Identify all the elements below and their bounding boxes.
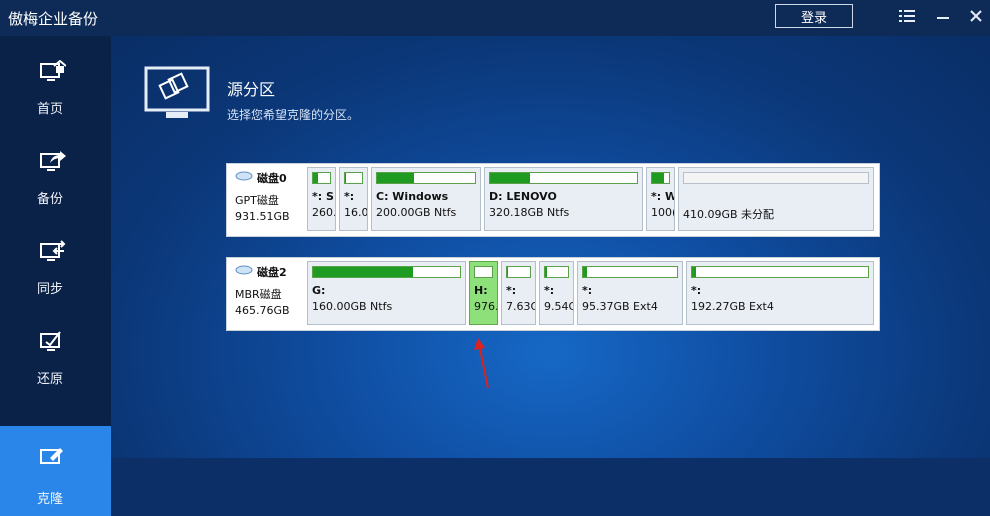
page-subtitle: 选择您希望克隆的分区。 — [227, 108, 360, 122]
usage-fill — [313, 267, 413, 277]
partition-name: C: Windows — [376, 190, 449, 203]
usage-bar — [691, 266, 869, 278]
partition-name: *: S — [312, 190, 334, 203]
partition[interactable]: *: 7.63G — [501, 261, 536, 325]
disk-icon — [235, 265, 253, 275]
disk-size: 931.51GB — [235, 210, 290, 223]
partition-name: D: LENOVO — [489, 190, 557, 203]
disk-panel: 磁盘2 MBR磁盘 465.76GB G: 160.00GB Ntfs H: 9… — [226, 257, 880, 331]
usage-bar — [506, 266, 531, 278]
usage-fill — [545, 267, 547, 277]
usage-bar — [344, 172, 363, 184]
menu-icon[interactable] — [897, 6, 917, 26]
disk-icon — [235, 171, 253, 181]
usage-bar — [312, 266, 461, 278]
partition-size: 200.00GB Ntfs — [376, 206, 457, 219]
sidebar-item-clone[interactable]: 克隆 — [0, 426, 111, 516]
partition-size: 320.18GB Ntfs — [489, 206, 570, 219]
pointer-arrow-icon — [466, 336, 496, 394]
usage-bar — [544, 266, 569, 278]
sidebar-item-label: 还原 — [36, 372, 63, 387]
partition-selected[interactable]: H: 976. — [469, 261, 498, 325]
usage-fill — [692, 267, 696, 277]
partition-size: 9.54G — [544, 300, 574, 313]
partition-size: 410.09GB 未分配 — [683, 208, 775, 221]
restore-monitor-icon — [40, 330, 66, 354]
sidebar-item-label: 同步 — [36, 282, 63, 297]
sidebar-item-label: 备份 — [36, 192, 63, 207]
usage-bar — [651, 172, 670, 184]
partition[interactable]: *: W 100( — [646, 167, 675, 231]
partition-clone-icon — [144, 66, 210, 120]
partition-name: G: — [312, 284, 326, 297]
usage-bar — [582, 266, 678, 278]
partition[interactable]: G: 160.00GB Ntfs — [307, 261, 466, 325]
partition-size: 192.27GB Ext4 — [691, 300, 774, 313]
partition[interactable]: *: S 260. — [307, 167, 336, 231]
usage-bar — [376, 172, 476, 184]
usage-bar — [312, 172, 331, 184]
login-button[interactable]: 登录 — [775, 4, 853, 28]
usage-fill — [345, 173, 346, 183]
sidebar-item-backup[interactable]: 备份 — [0, 140, 111, 230]
partition-unallocated[interactable]: 410.09GB 未分配 — [678, 167, 874, 231]
disk-info: 磁盘2 MBR磁盘 465.76GB — [235, 264, 305, 317]
partition-size: 95.37GB Ext4 — [582, 300, 658, 313]
minimize-icon[interactable] — [933, 6, 953, 26]
disk-size: 465.76GB — [235, 304, 290, 317]
partition-name: *: W — [651, 190, 675, 203]
partition-size: 260. — [312, 206, 336, 219]
partition-name: *: — [544, 284, 555, 297]
partition-name: *: — [344, 190, 355, 203]
usage-bar — [489, 172, 638, 184]
usage-fill — [652, 173, 664, 183]
partition-size: 160.00GB Ntfs — [312, 300, 393, 313]
partition-size: 100( — [651, 206, 675, 219]
partition[interactable]: D: LENOVO 320.18GB Ntfs — [484, 167, 643, 231]
main-panel: 源分区 选择您希望克隆的分区。 磁盘0 GPT磁盘 931.51GB *: S … — [111, 36, 990, 458]
sidebar-item-restore[interactable]: 还原 — [0, 320, 111, 410]
sidebar-item-label: 克隆 — [36, 492, 63, 507]
disk-info: 磁盘0 GPT磁盘 931.51GB — [235, 170, 305, 223]
partition-size: 7.63G — [506, 300, 536, 313]
usage-bar — [683, 172, 869, 184]
disk-name: 磁盘2 — [257, 266, 287, 279]
usage-fill — [490, 173, 530, 183]
close-icon[interactable] — [966, 6, 986, 26]
usage-bar — [474, 266, 493, 278]
disk-type: MBR磁盘 — [235, 288, 282, 301]
partition-name: *: — [506, 284, 517, 297]
page-title: 源分区 — [227, 80, 276, 99]
usage-fill — [507, 267, 509, 277]
partition[interactable]: *: 16.0 — [339, 167, 368, 231]
disk-panel: 磁盘0 GPT磁盘 931.51GB *: S 260. *: 16.0 C: … — [226, 163, 880, 237]
disk-name: 磁盘0 — [257, 172, 287, 185]
app-title: 傲梅企业备份 — [8, 10, 99, 28]
partition-name: H: — [474, 284, 488, 297]
home-monitor-icon — [40, 59, 67, 84]
sidebar: 首页 备份 同步 还原 克隆 — [0, 36, 111, 516]
title-bar: 傲梅企业备份 登录 — [0, 0, 990, 36]
clone-monitor-icon — [40, 446, 66, 470]
disk-type: GPT磁盘 — [235, 194, 279, 207]
partition[interactable]: C: Windows 200.00GB Ntfs — [371, 167, 481, 231]
partition-name: *: — [582, 284, 593, 297]
sidebar-item-home[interactable]: 首页 — [0, 50, 111, 140]
sidebar-item-sync[interactable]: 同步 — [0, 230, 111, 320]
partition-size: 16.0 — [344, 206, 368, 219]
backup-monitor-icon — [40, 150, 66, 174]
partition[interactable]: *: 192.27GB Ext4 — [686, 261, 874, 325]
partition-name: *: — [691, 284, 702, 297]
partition[interactable]: *: 9.54G — [539, 261, 574, 325]
usage-fill — [583, 267, 587, 277]
partition-size: 976. — [474, 300, 498, 313]
sidebar-item-label: 首页 — [36, 102, 63, 117]
partition[interactable]: *: 95.37GB Ext4 — [577, 261, 683, 325]
usage-fill — [377, 173, 415, 183]
usage-fill — [313, 173, 319, 183]
sync-monitor-icon — [40, 240, 66, 264]
